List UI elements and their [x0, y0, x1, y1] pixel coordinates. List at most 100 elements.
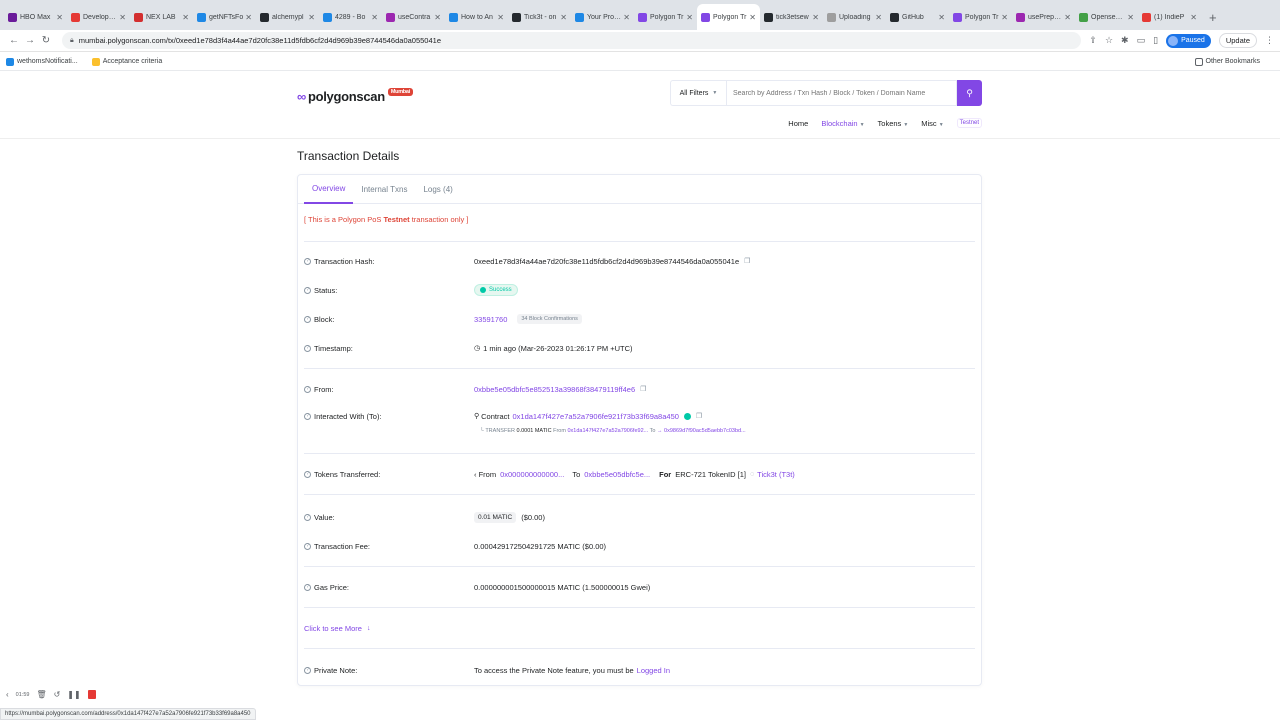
nav-home[interactable]: Home	[788, 119, 808, 128]
forward-icon[interactable]: →	[22, 35, 38, 46]
tab-search-icon[interactable]: ▭	[1137, 35, 1146, 46]
help-icon[interactable]: ?	[304, 542, 311, 550]
token-name-link[interactable]: Tick3t (T3t)	[757, 470, 795, 479]
browser-tab[interactable]: alchemypl ✕	[256, 4, 319, 30]
share-icon[interactable]: ⇪	[1089, 35, 1097, 46]
polygonscan-logo[interactable]: ∞ polygonscan Mumbai	[297, 87, 413, 104]
transfer-to-link[interactable]: → 0x9869d7f90ac5d5aebb7c03bd...	[657, 428, 746, 434]
help-icon[interactable]: ?	[304, 385, 311, 393]
stop-icon[interactable]	[87, 690, 96, 699]
browser-tab[interactable]: Polygon Tr ✕	[697, 4, 760, 30]
help-icon[interactable]: ?	[304, 513, 311, 521]
browser-tab[interactable]: Opensea T ✕	[1075, 4, 1138, 30]
nav-blockchain[interactable]: Blockchain ▼	[821, 119, 864, 128]
copy-icon[interactable]: ❐	[744, 257, 750, 265]
tab-label: HBO Max	[20, 13, 51, 21]
tokens-to-link[interactable]: 0xbbe5e05dbfc5e...	[584, 470, 650, 479]
filter-dropdown[interactable]: All Filters ▼	[670, 80, 726, 106]
close-icon[interactable]: ✕	[497, 13, 504, 22]
browser-tab[interactable]: GitHub ✕	[886, 4, 949, 30]
browser-tab[interactable]: Your Profile ✕	[571, 4, 634, 30]
tokens-from-link[interactable]: 0x000000000000...	[500, 470, 564, 479]
browser-tab[interactable]: tick3etsew ✕	[760, 4, 823, 30]
tab-logs[interactable]: Logs (4)	[415, 175, 460, 204]
close-icon[interactable]: ✕	[434, 13, 441, 22]
pause-icon[interactable]: ❚❚	[67, 690, 80, 699]
browser-tab[interactable]: Uploading ✕	[823, 4, 886, 30]
update-button[interactable]: Update	[1218, 33, 1257, 48]
row-from: ? From: 0xbbe5e05dbfc5e852513a39868f38479…	[304, 382, 975, 396]
browser-tab[interactable]: NEX LAB ✕	[130, 4, 193, 30]
close-icon[interactable]: ✕	[182, 13, 189, 22]
copy-icon[interactable]: ❐	[640, 385, 646, 393]
help-icon[interactable]: ?	[304, 257, 311, 265]
contract-address-link[interactable]: 0x1da147f427e7a52a7906fe921f73b33f69a8a4…	[513, 412, 679, 421]
nav-misc[interactable]: Misc ▼	[921, 119, 943, 128]
tab-label: GitHub	[902, 13, 924, 21]
bookmark-item[interactable]: wethomsNotificati...	[6, 57, 78, 66]
browser-tab[interactable]: (1) IndieP ✕	[1138, 4, 1201, 30]
transfer-to-label: To	[649, 428, 656, 434]
network-badge: Mumbai	[387, 87, 413, 96]
sidebar-icon[interactable]: ▯	[1153, 35, 1158, 46]
close-icon[interactable]: ✕	[938, 13, 945, 22]
transfer-from-link[interactable]: 0x1da147f427e7a52a7906fe92...	[567, 428, 648, 434]
browser-tab[interactable]: How to An ✕	[445, 4, 508, 30]
help-icon[interactable]: ?	[304, 666, 311, 674]
nav-tokens[interactable]: Tokens ▼	[878, 119, 909, 128]
block-link[interactable]: 33591760	[474, 315, 507, 324]
search-button[interactable]: ⚲	[957, 80, 982, 106]
browser-tab[interactable]: useContra ✕	[382, 4, 445, 30]
testnet-badge[interactable]: Testnet	[956, 118, 982, 128]
browser-tab[interactable]: getNFTsFo ✕	[193, 4, 256, 30]
restart-icon[interactable]: ↺	[54, 690, 61, 699]
close-icon[interactable]: ✕	[875, 13, 882, 22]
close-icon[interactable]: ✕	[686, 13, 693, 22]
close-icon[interactable]: ✕	[560, 13, 567, 22]
close-icon[interactable]: ✕	[1064, 13, 1071, 22]
help-icon[interactable]: ?	[304, 470, 311, 478]
star-icon[interactable]: ☆	[1105, 35, 1113, 46]
new-tab-button[interactable]: +	[1201, 4, 1225, 30]
close-icon[interactable]: ✕	[56, 13, 63, 22]
browser-tab[interactable]: Polygon Tr ✕	[949, 4, 1012, 30]
close-icon[interactable]: ✕	[308, 13, 315, 22]
help-icon[interactable]: ?	[304, 583, 311, 591]
menu-icon[interactable]: ⋮	[1265, 35, 1274, 46]
browser-tab[interactable]: HBO Max ✕	[4, 4, 67, 30]
close-icon[interactable]: ✕	[245, 13, 252, 22]
help-icon[interactable]: ?	[304, 412, 311, 420]
copy-icon[interactable]: ❐	[696, 412, 702, 420]
close-icon[interactable]: ✕	[119, 13, 126, 22]
close-icon[interactable]: ✕	[812, 13, 819, 22]
tab-internal-txns[interactable]: Internal Txns	[353, 175, 415, 204]
url-input[interactable]: 🔒︎ mumbai.polygonscan.com/tx/0xeed1e78d3…	[62, 32, 1082, 49]
profile-paused-button[interactable]: Paused	[1166, 33, 1211, 48]
other-bookmarks[interactable]: Other Bookmarks	[1194, 57, 1260, 66]
close-icon[interactable]: ✕	[1127, 13, 1134, 22]
tab-overview[interactable]: Overview	[304, 175, 354, 204]
browser-tab[interactable]: Polygon Tr ✕	[634, 4, 697, 30]
login-link[interactable]: Logged In	[637, 666, 670, 675]
close-icon[interactable]: ✕	[623, 13, 630, 22]
help-icon[interactable]: ?	[304, 344, 311, 352]
close-icon[interactable]: ✕	[1001, 13, 1008, 22]
close-icon[interactable]: ✕	[1190, 13, 1197, 22]
reload-icon[interactable]: ↻	[38, 35, 54, 46]
close-icon[interactable]: ✕	[371, 13, 378, 22]
help-icon[interactable]: ?	[304, 286, 311, 294]
browser-tab[interactable]: usePrepare ✕	[1012, 4, 1075, 30]
bookmark-item[interactable]: Acceptance criteria	[91, 57, 162, 66]
trash-icon[interactable]: 🗑︎	[36, 690, 46, 699]
close-icon[interactable]: ✕	[749, 13, 756, 22]
see-more-link[interactable]: Click to see More ↓	[304, 624, 370, 633]
from-address-link[interactable]: 0xbbe5e05dbfc5e852513a39868f38479119ff4e…	[474, 385, 635, 394]
browser-tab[interactable]: Developm... ✕	[67, 4, 130, 30]
extension-icon[interactable]: ✱	[1121, 35, 1129, 46]
browser-tab[interactable]: 4289 - Bo ✕	[319, 4, 382, 30]
back-icon[interactable]: ←	[6, 35, 22, 46]
chevron-left-icon[interactable]: ‹	[6, 690, 9, 699]
browser-tab[interactable]: Tick3t - on ✕	[508, 4, 571, 30]
search-input[interactable]	[726, 80, 957, 106]
help-icon[interactable]: ?	[304, 315, 311, 323]
